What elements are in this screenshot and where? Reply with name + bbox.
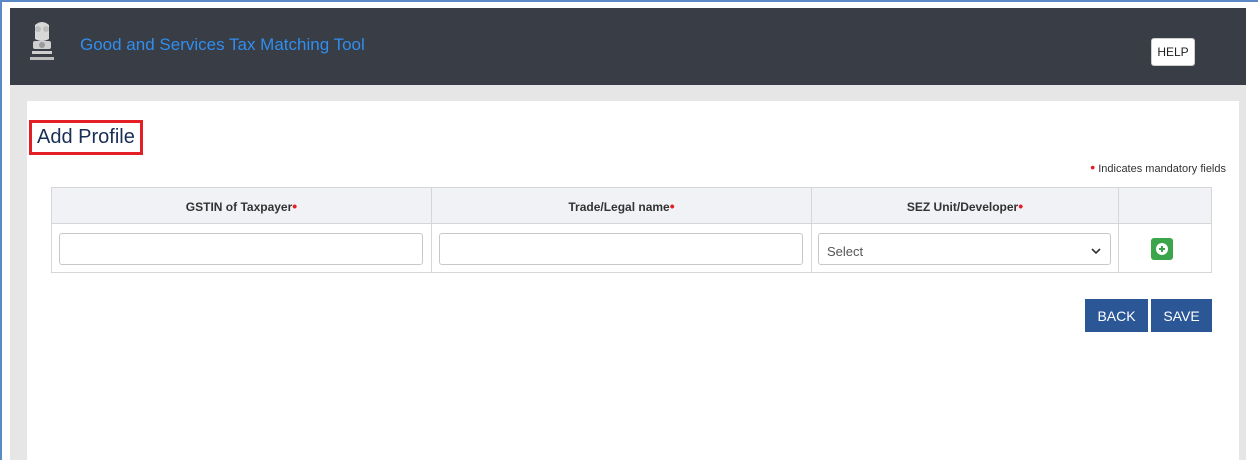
cell-divider	[811, 224, 812, 272]
content-right-gutter	[1239, 85, 1246, 460]
content-left-gutter	[10, 85, 27, 460]
save-button[interactable]: SAVE	[1151, 299, 1212, 332]
gstin-input[interactable]	[59, 233, 423, 265]
column-header-gstin: GSTIN of Taxpayer•	[52, 188, 432, 224]
column-header-trade-name: Trade/Legal name•	[432, 188, 812, 224]
cell-divider	[1118, 224, 1119, 272]
mandatory-note-text: Indicates mandatory fields	[1098, 163, 1226, 175]
required-dot-icon: •	[1090, 159, 1096, 175]
cell-divider	[431, 224, 432, 272]
page-title: Add Profile	[29, 120, 143, 155]
chevron-down-icon	[1091, 244, 1101, 259]
national-emblem-icon	[27, 19, 57, 67]
table-header: GSTIN of Taxpayer• Trade/Legal name• SEZ…	[52, 188, 1211, 224]
plus-circle-icon	[1156, 243, 1168, 255]
app-header: Good and Services Tax Matching Tool HELP	[10, 8, 1246, 85]
sez-select-value: Select	[827, 244, 864, 259]
required-dot-icon: •	[292, 198, 298, 214]
trade-name-input[interactable]	[439, 233, 803, 265]
column-header-actions	[1119, 188, 1211, 224]
column-header-sez: SEZ Unit/Developer•	[812, 188, 1119, 224]
app-title: Good and Services Tax Matching Tool	[80, 35, 365, 54]
content-top-gutter	[10, 85, 1246, 101]
back-button[interactable]: BACK	[1085, 299, 1148, 332]
mandatory-note: • Indicates mandatory fields	[1090, 159, 1226, 175]
sez-select[interactable]: Select	[818, 233, 1111, 265]
required-dot-icon: •	[669, 198, 675, 214]
required-dot-icon: •	[1018, 198, 1024, 214]
add-row-button[interactable]	[1151, 238, 1173, 260]
help-button[interactable]: HELP	[1151, 38, 1195, 66]
